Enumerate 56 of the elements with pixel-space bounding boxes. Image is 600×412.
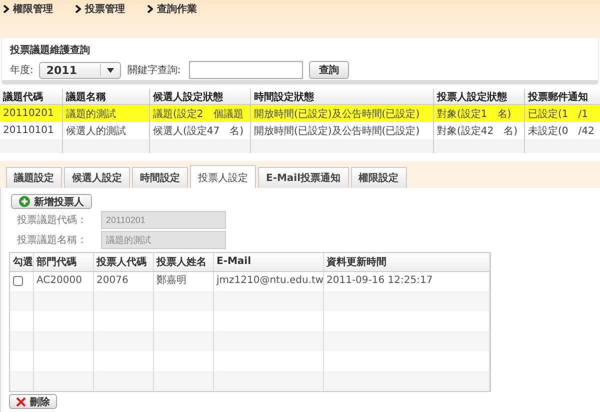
table-cell: 2011-09-16 12:25:17 bbox=[326, 274, 433, 286]
table-cell: 對象(設定42 名) bbox=[437, 126, 518, 136]
plus-circle-icon bbox=[19, 196, 30, 207]
keyword-input[interactable] bbox=[188, 61, 303, 79]
chevron-icon bbox=[75, 5, 81, 13]
field-label: 投票議題名稱： bbox=[16, 234, 88, 247]
table-cell: 未設定(0 /42 bbox=[528, 126, 594, 136]
close-icon bbox=[16, 396, 26, 406]
column-header: 部門代碼 bbox=[33, 253, 93, 271]
tab[interactable]: 權限設定 bbox=[350, 167, 407, 188]
column-header: 投票人設定狀態 bbox=[434, 89, 524, 104]
year-label: 年度: bbox=[10, 64, 34, 77]
table-cell: 20110201 bbox=[3, 108, 54, 119]
table-cell: 已設定(1 /1 bbox=[528, 108, 588, 120]
table-cell: 候選人的測試 bbox=[66, 126, 126, 136]
keyword-label: 關鍵字查詢: bbox=[127, 64, 181, 77]
table-cell: 議題的測試 bbox=[66, 108, 116, 120]
table-cell: 20110101 bbox=[3, 125, 54, 136]
year-select[interactable]: 2011 bbox=[39, 62, 122, 78]
dropdown-arrow-icon bbox=[107, 68, 114, 72]
breadcrumb-link[interactable]: 投票管理 bbox=[85, 2, 125, 16]
table-cell: 候選人(設定47 名) bbox=[153, 126, 244, 136]
breadcrumb-link[interactable]: 權限管理 bbox=[13, 2, 53, 16]
column-header: 投票人代碼 bbox=[93, 253, 153, 271]
column-header: 候選人設定狀態 bbox=[150, 89, 250, 104]
add-voter-button[interactable]: 新增投票人 bbox=[11, 194, 92, 209]
column-header: 時間設定狀態 bbox=[250, 89, 434, 104]
table-cell: 議題(設定2 個議題 bbox=[153, 108, 244, 120]
column-header: E-Mail bbox=[213, 253, 323, 271]
column-header: 資料更新時間 bbox=[323, 253, 490, 271]
tab[interactable]: 投票人設定 bbox=[190, 165, 256, 188]
column-header: 議題名稱 bbox=[62, 89, 150, 104]
search-button[interactable]: 查詢 bbox=[308, 61, 349, 79]
table-row[interactable]: 20110201 議題的測試 議題(設定2 個議題 開放時間(已設定)及公告時間(已設定) 對象(設定1 名) 已設定(1 /1 bbox=[0, 104, 600, 122]
tab[interactable]: 時間設定 bbox=[132, 167, 188, 188]
column-header: 投票人姓名 bbox=[153, 253, 213, 271]
field-label: 投票議題代碼： bbox=[16, 214, 88, 227]
chevron-icon bbox=[3, 5, 9, 13]
checkbox[interactable] bbox=[13, 276, 23, 286]
tab[interactable]: 議題設定 bbox=[6, 167, 62, 188]
table-cell: 鄭嘉明 bbox=[156, 274, 186, 286]
delete-button[interactable]: 刪除 bbox=[9, 394, 57, 409]
breadcrumb-link[interactable]: 查詢作業 bbox=[157, 2, 197, 16]
column-header: 投票郵件通知 bbox=[524, 89, 600, 104]
column-header: 議題代碼 bbox=[0, 89, 62, 104]
tab[interactable]: 候選人設定 bbox=[64, 167, 130, 188]
table-cell: jmz1210@ntu.edu.tw bbox=[216, 274, 324, 286]
table-cell: 開放時間(已設定)及公告時間(已設定) bbox=[254, 126, 420, 136]
table-cell: 對象(設定1 名) bbox=[437, 108, 512, 120]
panel-title: 投票議題維護查詢 bbox=[10, 43, 91, 57]
chevron-icon bbox=[147, 5, 153, 13]
table-cell: 20076 bbox=[96, 274, 128, 286]
table-cell: 開放時間(已設定)及公告時間(已設定) bbox=[254, 108, 420, 120]
tab[interactable]: E-Mail投票通知 bbox=[258, 167, 349, 188]
column-header: 勾選 bbox=[10, 253, 33, 271]
table-cell: AC20000 bbox=[36, 274, 82, 286]
